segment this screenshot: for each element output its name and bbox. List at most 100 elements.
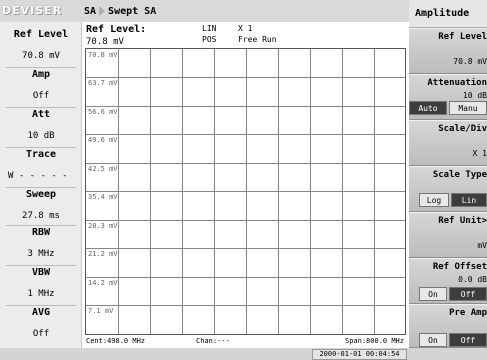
softkey-pre-amp[interactable]: Pre Amp On Off: [409, 304, 487, 348]
grid-line-h: [86, 191, 405, 192]
param-amp[interactable]: Amp Off: [0, 67, 82, 103]
softkey-menu: Amplitude Ref Level 70.8 mV Attenuation …: [409, 0, 487, 348]
grid-line-h: [86, 248, 405, 249]
ref-offset-off-option[interactable]: Off: [449, 287, 487, 301]
divider: [6, 67, 76, 68]
mode-sub: Swept SA: [108, 6, 157, 17]
softkey-label: Scale/Div: [438, 124, 487, 134]
softkey-label: Attenuation: [427, 78, 487, 88]
datetime-display: 2000-01-01 00:04:54: [312, 349, 407, 360]
divider: [6, 107, 76, 108]
attenuation-auto-option[interactable]: Auto: [409, 101, 447, 115]
softkey-scale-type[interactable]: Scale Type Log Lin: [409, 166, 487, 212]
pre-amp-on-option[interactable]: On: [419, 333, 447, 347]
brand-logo: DEVISER: [2, 4, 63, 17]
y-axis-label: 21.2 mV: [88, 250, 118, 258]
softkey-value: 0.0 dB: [458, 275, 487, 284]
y-axis-label: 42.5 mV: [88, 165, 118, 173]
scale-type-toggle: Log Lin: [409, 193, 487, 207]
softkey-label: Ref Level: [438, 32, 487, 42]
param-label: Trace: [25, 149, 57, 160]
param-value: 1 MHz: [27, 289, 55, 299]
softkey-value: 70.8 mV: [453, 57, 487, 66]
softkey-scale-div[interactable]: Scale/Div X 1: [409, 120, 487, 166]
param-value: Off: [32, 91, 50, 101]
y-axis-label: 49.6 mV: [88, 136, 118, 144]
y-axis-label: 14.2 mV: [88, 279, 118, 287]
ref-offset-on-option[interactable]: On: [419, 287, 447, 301]
softkey-label: Scale Type: [432, 170, 487, 180]
softkey-ref-unit[interactable]: Ref Unit> mV: [409, 212, 487, 258]
y-axis-label: 56.6 mV: [88, 108, 118, 116]
y-axis-label: 63.7 mV: [88, 79, 118, 87]
menu-title: Amplitude: [409, 0, 487, 28]
param-value: 27.8 ms: [22, 211, 60, 221]
trace-header: Ref Level: 70.8 mV LIN POS X 1 Free Run: [84, 22, 404, 48]
softkey-attenuation[interactable]: Attenuation 10 dB Auto Manu: [409, 74, 487, 120]
divider: [6, 265, 76, 266]
grid-line-h: [86, 163, 405, 164]
param-label: Ref Level: [13, 29, 69, 40]
softkey-ref-offset[interactable]: Ref Offset 0.0 dB On Off: [409, 258, 487, 304]
param-label: VBW: [31, 267, 51, 278]
scale-type-lin-option[interactable]: Lin: [451, 193, 487, 207]
param-att[interactable]: Att 10 dB: [0, 107, 82, 143]
param-label: RBW: [31, 227, 51, 238]
param-value: 70.8 mV: [22, 51, 60, 61]
attenuation-manu-option[interactable]: Manu: [449, 101, 487, 115]
grid-line-h: [86, 134, 405, 135]
divider: [6, 187, 76, 188]
param-label: Att: [31, 109, 51, 120]
softkey-ref-level[interactable]: Ref Level 70.8 mV: [409, 28, 487, 74]
param-value: W - - - - -: [8, 171, 68, 181]
scale-type-info: LIN: [202, 24, 217, 33]
pre-amp-off-option[interactable]: Off: [449, 333, 487, 347]
channel-info: Chan:---: [196, 337, 230, 345]
mode-tab[interactable]: SA Swept SA: [84, 4, 156, 20]
param-ref-level[interactable]: Ref Level 70.8 mV: [0, 28, 82, 63]
param-label: Amp: [31, 69, 51, 80]
divider: [6, 147, 76, 148]
param-vbw[interactable]: VBW 1 MHz: [0, 265, 82, 301]
trigger-info: Free Run: [238, 35, 277, 44]
pre-amp-toggle: On Off: [409, 333, 487, 347]
param-sweep[interactable]: Sweep 27.8 ms: [0, 187, 82, 223]
mode-name: SA: [84, 6, 97, 17]
grid-line-h: [86, 77, 405, 78]
param-value: Off: [32, 329, 50, 339]
ref-level-value: 70.8 mV: [86, 37, 124, 47]
detector-info: POS: [202, 35, 217, 44]
softkey-value: 10 dB: [462, 91, 487, 100]
grid-line-h: [86, 106, 405, 107]
scale-multiplier-info: X 1: [238, 24, 253, 33]
attenuation-toggle: Auto Manu: [409, 101, 487, 115]
ref-offset-toggle: On Off: [409, 287, 487, 301]
softkey-value: X 1: [472, 149, 487, 158]
scale-type-log-option[interactable]: Log: [419, 193, 449, 207]
param-rbw[interactable]: RBW 3 MHz: [0, 225, 82, 261]
divider: [6, 305, 76, 306]
param-label: Sweep: [25, 189, 57, 200]
param-avg[interactable]: AVG Off: [0, 305, 82, 341]
param-trace[interactable]: Trace W - - - - -: [0, 147, 82, 183]
param-value: 3 MHz: [27, 249, 55, 259]
y-axis-label: 28.3 mV: [88, 222, 118, 230]
softkey-value: mV: [477, 241, 487, 250]
chevron-right-icon: [99, 6, 106, 16]
spectrum-graticule[interactable]: 70.8 mV 63.7 mV 56.6 mV 49.6 mV 42.5 mV …: [85, 48, 406, 335]
param-value: 10 dB: [27, 131, 55, 141]
y-axis-label: 7.1 mV: [88, 307, 114, 315]
ref-level-label: Ref Level:: [86, 24, 147, 35]
y-axis-label: 70.8 mV: [88, 51, 118, 59]
grid-line-h: [86, 220, 405, 221]
center-frequency: Cent:498.0 MHz: [86, 337, 146, 345]
divider: [6, 225, 76, 226]
y-axis-label: 35.4 mV: [88, 193, 118, 201]
span-info: Span:800.0 MHz: [344, 337, 404, 345]
grid-line-h: [86, 277, 405, 278]
softkey-label: Pre Amp: [449, 308, 487, 318]
softkey-label: Ref Offset: [432, 262, 487, 272]
status-bar: 2000-01-01 00:04:54: [0, 348, 487, 360]
parameter-panel: Ref Level 70.8 mV Amp Off Att 10 dB Trac…: [0, 22, 82, 348]
grid-line-h: [86, 305, 405, 306]
